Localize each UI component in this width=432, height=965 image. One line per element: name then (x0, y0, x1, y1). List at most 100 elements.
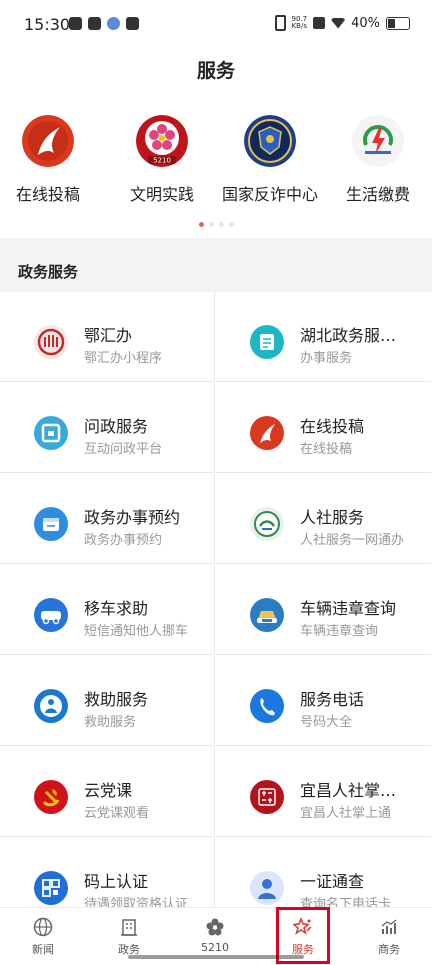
service-rescue[interactable]: 救助服务 救助服务 (0, 656, 215, 746)
renshe-logo-icon (250, 507, 284, 541)
service-subtitle: 待遇领取资格认证 (84, 897, 189, 907)
service-online-submission[interactable]: 在线投稿 在线投稿 (216, 383, 431, 473)
status-right: 90.7 KB/s 40% (274, 15, 410, 31)
service-subtitle: 云党课观看 (84, 806, 150, 821)
party-emblem-icon (34, 780, 68, 814)
carousel-item-online-submission[interactable]: 在线投稿 (0, 115, 102, 205)
pager-dot (218, 222, 224, 227)
service-subtitle: 宜昌人社掌上通 (300, 806, 392, 821)
carousel-item-civilization[interactable]: 5210 文明实践 (108, 115, 216, 205)
document-icon (250, 325, 284, 359)
service-phone[interactable]: 服务电话 号码大全 (216, 656, 431, 746)
carousel-item-life-payment[interactable]: 生活缴费 (324, 115, 432, 205)
service-subtitle: 政务办事预约 (84, 533, 163, 548)
service-carousel[interactable]: 在线投稿 5210 文明实践 国家反诈中心 生活缴费 (0, 115, 432, 210)
flower-5210-badge-icon: 5210 (136, 115, 188, 167)
status-bar: 15:30 90.7 KB/s 40% (0, 0, 432, 50)
service-party-class[interactable]: 云党课 云党课观看 (0, 747, 215, 837)
service-title: 救助服务 (84, 690, 149, 709)
battery-percent: 40% (351, 15, 380, 31)
tab-label: 商务 (378, 943, 400, 956)
service-renshe[interactable]: 人社服务 人社服务一网通办 (216, 474, 431, 564)
qr-code-icon (34, 871, 68, 905)
service-title: 在线投稿 (300, 417, 365, 436)
service-title: 政务办事预约 (84, 508, 181, 527)
service-id-check[interactable]: 一证通查 查询名下电话卡 (216, 838, 431, 907)
carousel-pager (0, 222, 432, 227)
service-subtitle: 车辆违章查询 (300, 624, 379, 639)
power-bolt-icon (352, 115, 404, 167)
service-grid: 鄂汇办 鄂汇办小程序 湖北政务服… 办事服务 问政服务 互动问政平台 在线投稿 … (0, 292, 432, 907)
service-subtitle: 人社服务一网通办 (300, 533, 405, 548)
service-appointment[interactable]: 政务办事预约 政务办事预约 (0, 474, 215, 564)
service-subtitle: 号码大全 (300, 715, 353, 730)
red-flame-logo-icon (22, 115, 74, 167)
service-title: 鄂汇办 (84, 326, 133, 345)
service-subtitle: 救助服务 (84, 715, 137, 730)
building-icon (119, 917, 139, 937)
service-subtitle: 互动问政平台 (84, 442, 163, 457)
tab-news[interactable]: 新闻 (0, 908, 86, 965)
yichang-seal-icon (250, 780, 284, 814)
pager-dot (208, 222, 214, 227)
service-violation-query[interactable]: 车辆违章查询 车辆违章查询 (216, 565, 431, 655)
tab-label: 5210 (201, 941, 229, 954)
phone-icon (250, 689, 284, 723)
car-move-icon (34, 598, 68, 632)
section-title: 政务服务 (18, 263, 79, 281)
net-speed: 90.7 KB/s (292, 16, 308, 30)
star-service-icon (292, 916, 313, 937)
service-title: 服务电话 (300, 690, 365, 709)
wifi-icon (331, 17, 346, 29)
service-subtitle: 在线投稿 (300, 442, 353, 457)
battery-icon (386, 16, 410, 30)
service-title: 宜昌人社掌… (300, 781, 397, 800)
status-time: 15:30 (24, 15, 71, 34)
carousel-item-anti-fraud[interactable]: 国家反诈中心 (216, 115, 324, 205)
service-title: 车辆违章查询 (300, 599, 397, 618)
wen-icon (34, 416, 68, 450)
service-title: 移车求助 (84, 599, 149, 618)
rescue-icon (34, 689, 68, 723)
carousel-item-label: 在线投稿 (15, 185, 80, 204)
service-subtitle: 短信通知他人挪车 (84, 624, 189, 639)
police-shield-badge-icon (244, 115, 296, 167)
net-speed-unit: KB/s (291, 22, 307, 30)
page-title: 服务 (196, 60, 235, 82)
calendar-icon (34, 507, 68, 541)
service-subtitle: 查询名下电话卡 (300, 897, 392, 907)
service-move-car[interactable]: 移车求助 短信通知他人挪车 (0, 565, 215, 655)
tab-business[interactable]: 商务 (346, 908, 432, 965)
tab-label: 新闻 (32, 943, 54, 956)
service-wenzheng[interactable]: 问政服务 互动问政平台 (0, 383, 215, 473)
message-icon (69, 17, 82, 30)
app-icon (88, 17, 101, 30)
service-subtitle: 办事服务 (300, 351, 353, 366)
x-icon (313, 17, 326, 29)
pager-dot (228, 222, 234, 227)
ehuiban-logo-icon (34, 325, 68, 359)
service-title: 问政服务 (84, 417, 149, 436)
carousel-item-label: 文明实践 (129, 185, 194, 204)
chat-icon (126, 17, 139, 30)
chart-icon (379, 917, 399, 937)
globe-icon (33, 917, 53, 937)
vibrate-icon (274, 15, 286, 31)
service-subtitle: 鄂汇办小程序 (84, 351, 163, 366)
service-title: 码上认证 (84, 872, 149, 891)
service-yichang-renshe[interactable]: 宜昌人社掌… 宜昌人社掌上通 (216, 747, 431, 837)
service-qr-auth[interactable]: 码上认证 待遇领取资格认证 (0, 838, 215, 907)
service-hubei-gov[interactable]: 湖北政务服… 办事服务 (216, 292, 431, 382)
car-violation-icon (250, 598, 284, 632)
id-check-icon (250, 871, 284, 905)
notification-icons (69, 17, 139, 30)
service-ehuiban[interactable]: 鄂汇办 鄂汇办小程序 (0, 292, 215, 382)
service-title: 人社服务 (300, 508, 365, 527)
gesture-bar[interactable] (128, 955, 304, 959)
carousel-item-label: 生活缴费 (345, 185, 410, 204)
flower-icon (205, 917, 225, 937)
service-title: 云党课 (84, 781, 133, 800)
service-title: 湖北政务服… (300, 326, 397, 345)
svg-text:5210: 5210 (153, 157, 171, 165)
pager-dot (198, 222, 204, 227)
